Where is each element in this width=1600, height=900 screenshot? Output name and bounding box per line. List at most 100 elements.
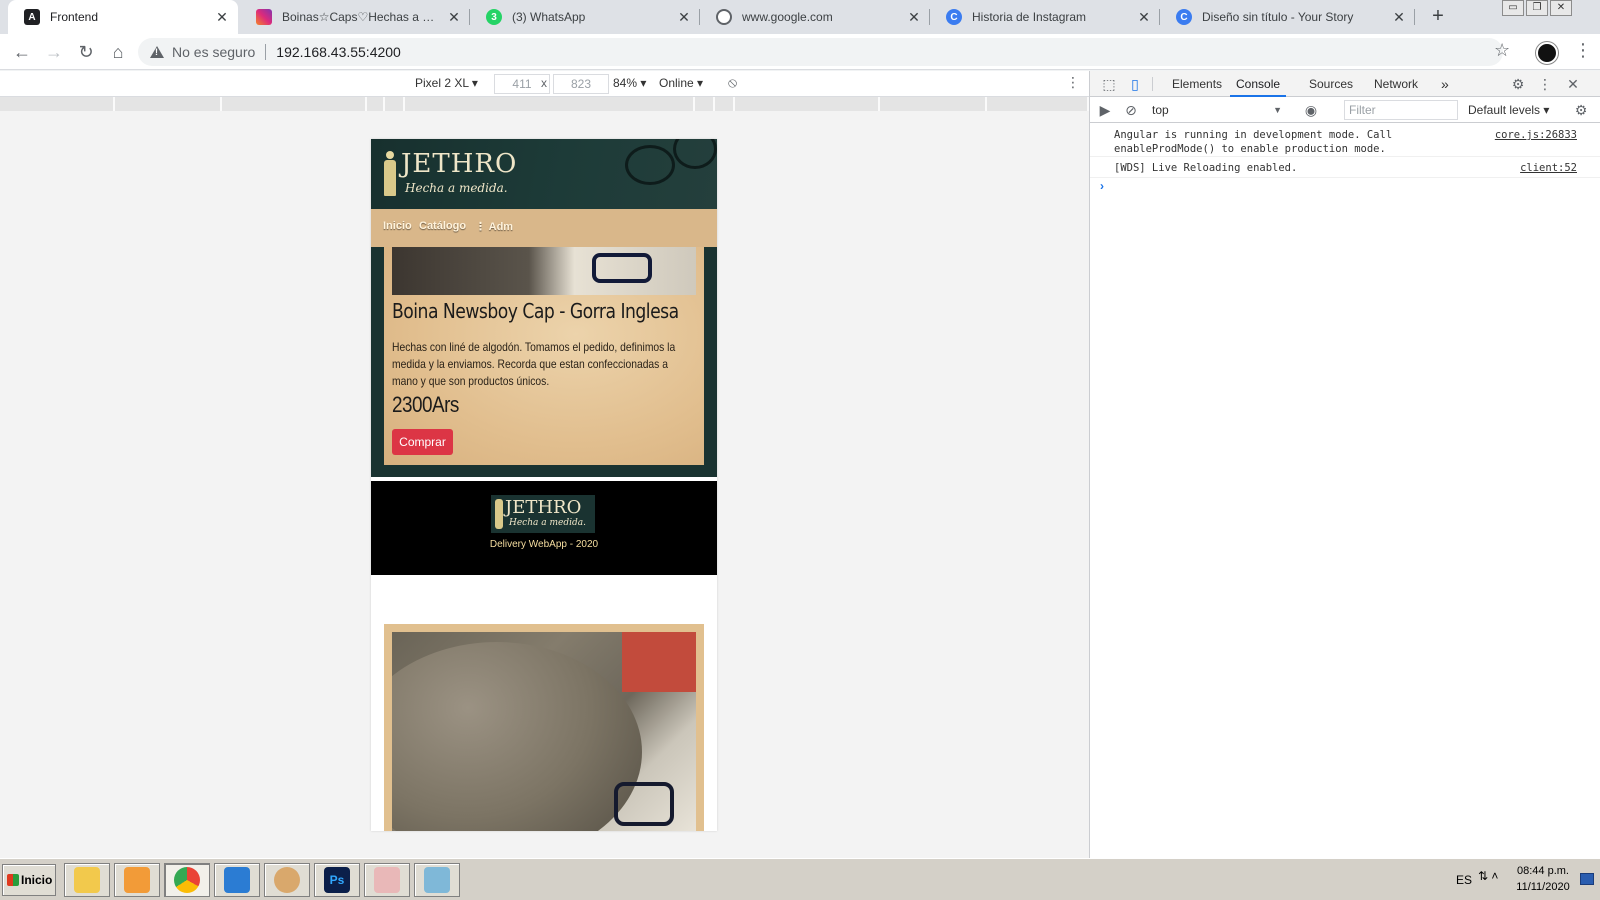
product-card	[384, 624, 704, 831]
live-expression-eye-icon[interactable]: ◉	[1302, 101, 1320, 119]
whatsapp-icon: 3	[486, 9, 502, 25]
media-query-bar[interactable]	[0, 97, 1089, 111]
globe-icon	[716, 9, 732, 25]
rotate-icon[interactable]: ⦸	[728, 74, 737, 91]
tab-title: (3) WhatsApp	[512, 10, 586, 24]
tab-console[interactable]: Console	[1230, 71, 1287, 97]
site-logo[interactable]: JETHRO Hecha a medida.	[383, 149, 523, 201]
tab-elements[interactable]: Elements	[1172, 71, 1222, 97]
warning-icon[interactable]	[150, 46, 164, 58]
more-tabs-icon[interactable]: »	[1441, 71, 1449, 97]
footer-brand: JETHRO	[505, 497, 582, 518]
console-source-link[interactable]: core.js:26833	[1495, 128, 1577, 142]
gentleman-figure-icon	[495, 499, 503, 529]
device-toggle-icon[interactable]: ▯	[1126, 75, 1144, 93]
console-toolbar: ▶ ⊘ top ▼ ◉ Filter Default levels ▾ ⚙	[1090, 97, 1600, 123]
taskbar-snipping-tool[interactable]	[364, 863, 410, 897]
console-message-text: [WDS] Live Reloading enabled.	[1114, 162, 1298, 174]
height-input[interactable]: 823	[553, 74, 609, 94]
close-tab-icon[interactable]: ✕	[446, 9, 462, 26]
system-clock[interactable]: 08:44 p.m. 11/11/2020	[1508, 863, 1578, 895]
media-player-icon	[124, 867, 150, 893]
devtools-menu-icon[interactable]: ⋮	[1536, 75, 1554, 93]
bookmark-star-icon[interactable]: ☆	[1494, 40, 1510, 61]
nav-adm[interactable]: ⋮ Adm	[475, 220, 513, 233]
close-tab-icon[interactable]: ✕	[676, 9, 692, 26]
close-window-button[interactable]: ✕	[1550, 0, 1572, 16]
tab-title: Historia de Instagram	[972, 10, 1087, 24]
product-price: 2300Ars	[392, 392, 459, 417]
window-controls: ▭ ❐ ✕	[1500, 0, 1572, 18]
glasses-decoration	[621, 139, 717, 209]
taskbar-file-manager[interactable]	[64, 863, 110, 897]
close-tab-icon[interactable]: ✕	[214, 9, 230, 26]
console-settings-icon[interactable]: ⚙	[1572, 101, 1590, 119]
new-tab-button[interactable]: +	[1426, 5, 1450, 29]
taskbar-photoshop[interactable]: Ps	[314, 863, 360, 897]
device-toolbar: Pixel 2 XL ▾ 411 x 823 84% ▾ Online ▾ ⦸ …	[0, 71, 1089, 97]
nav-inicio[interactable]: Inicio	[383, 220, 412, 232]
show-desktop-icon[interactable]	[1580, 873, 1594, 885]
mobile-page: JETHRO Hecha a medida. Inicio Catálogo ⋮…	[371, 139, 717, 831]
nav-catalogo[interactable]: Catálogo	[419, 220, 466, 232]
context-select[interactable]: top ▼	[1152, 100, 1284, 120]
profile-avatar[interactable]	[1536, 42, 1558, 64]
home-button[interactable]: ⌂	[106, 40, 130, 64]
devtools-panel: ⬚ ▯ Elements Console Sources Network » ⚙…	[1089, 71, 1600, 858]
console-prompt[interactable]: ›	[1100, 179, 1104, 193]
buy-button[interactable]: Comprar	[392, 429, 453, 455]
site-header: JETHRO Hecha a medida.	[371, 139, 717, 209]
tab-frontend[interactable]: A Frontend ✕	[8, 0, 238, 34]
tab-instagram[interactable]: Boinas☆Caps♡Hechas a medida on Instagram…	[240, 0, 470, 34]
device-select[interactable]: Pixel 2 XL ▾	[415, 76, 478, 90]
reload-button[interactable]: ↻	[74, 40, 98, 64]
sidebar-toggle-icon[interactable]: ▶	[1096, 101, 1114, 119]
taskbar-notepad[interactable]	[414, 863, 460, 897]
angular-icon: A	[24, 9, 40, 25]
throttle-select[interactable]: Online ▾	[659, 76, 703, 90]
back-button[interactable]: ←	[10, 40, 34, 64]
tab-google[interactable]: www.google.com ✕	[700, 0, 930, 34]
tab-sources[interactable]: Sources	[1309, 71, 1353, 97]
address-bar[interactable]: No es seguro 192.168.43.55:4200	[138, 38, 1503, 66]
tray-expand-icon[interactable]: ⇅ ˄	[1478, 869, 1498, 883]
tab-whatsapp[interactable]: 3 (3) WhatsApp ✕	[470, 0, 700, 34]
url-text[interactable]: 192.168.43.55:4200	[276, 44, 401, 60]
tab-your-story[interactable]: C Diseño sin título - Your Story ✕	[1160, 0, 1415, 34]
taskbar-chrome[interactable]	[164, 863, 210, 897]
device-menu-icon[interactable]: ⋮	[1066, 74, 1080, 91]
close-devtools-icon[interactable]: ✕	[1564, 75, 1582, 93]
browser-menu-icon[interactable]: ⋮	[1574, 40, 1592, 61]
forward-button[interactable]: →	[42, 40, 66, 64]
language-indicator[interactable]: ES	[1456, 873, 1472, 887]
close-tab-icon[interactable]: ✕	[1136, 9, 1152, 26]
instagram-icon	[256, 9, 272, 25]
zoom-select[interactable]: 84% ▾	[613, 76, 646, 90]
console-source-link[interactable]: client:52	[1520, 161, 1577, 175]
inspect-element-icon[interactable]: ⬚	[1100, 75, 1118, 93]
product-image	[392, 247, 696, 295]
taskbar-vscode[interactable]	[214, 863, 260, 897]
start-button[interactable]: Inicio	[2, 864, 56, 896]
paint-icon	[274, 867, 300, 893]
site-footer: JETHRO Hecha a medida. Delivery WebApp -…	[371, 481, 717, 575]
taskbar-media-player[interactable]	[114, 863, 160, 897]
tab-historia-instagram[interactable]: C Historia de Instagram ✕	[930, 0, 1160, 34]
clock-time: 08:44 p.m.	[1517, 865, 1569, 877]
close-tab-icon[interactable]: ✕	[906, 9, 922, 26]
minimize-button[interactable]: ▭	[1502, 0, 1524, 16]
clear-console-icon[interactable]: ⊘	[1122, 101, 1140, 119]
zoom-value: 84%	[613, 76, 638, 90]
console-filter-input[interactable]: Filter	[1344, 100, 1458, 120]
close-tab-icon[interactable]: ✕	[1391, 9, 1407, 26]
settings-icon[interactable]: ⚙	[1509, 75, 1527, 93]
console-message: [WDS] Live Reloading enabled. client:52	[1090, 158, 1600, 178]
log-levels-select[interactable]: Default levels ▾	[1468, 100, 1549, 120]
device-name: Pixel 2 XL	[415, 76, 469, 90]
maximize-button[interactable]: ❐	[1526, 0, 1548, 16]
taskbar-paint[interactable]	[264, 863, 310, 897]
product-image	[392, 632, 696, 831]
brand-tagline: Hecha a medida.	[405, 181, 508, 195]
security-label[interactable]: No es seguro	[172, 44, 255, 60]
tab-network[interactable]: Network	[1374, 71, 1418, 97]
